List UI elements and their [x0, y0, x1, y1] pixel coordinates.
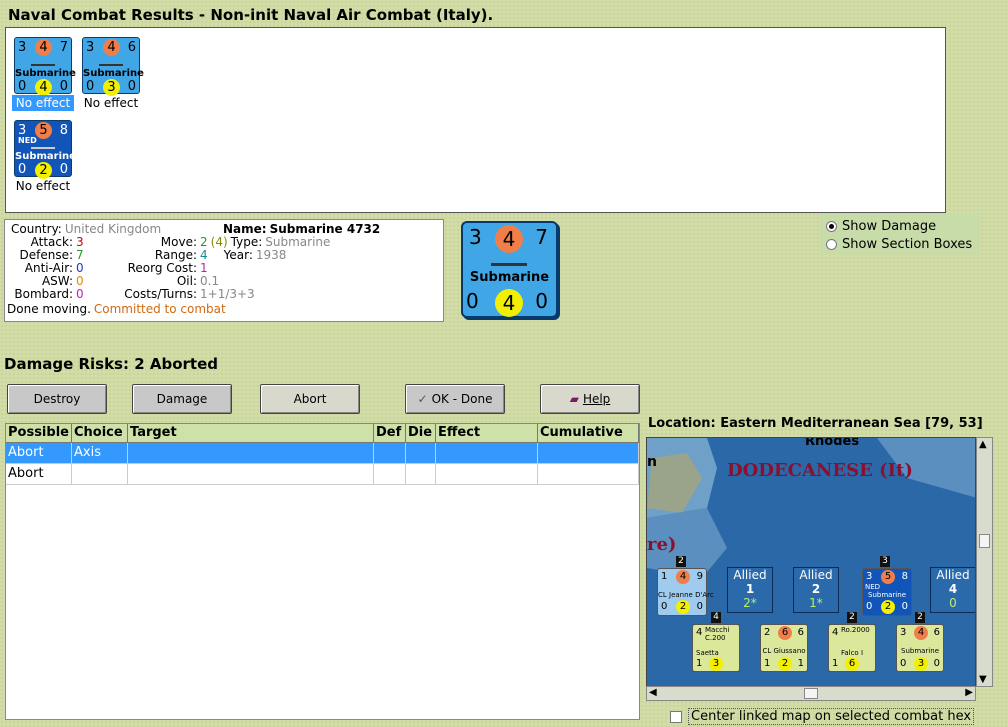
- linked-map[interactable]: Rhodes n DODECANESE (It) re) 2 1 4 9 CL …: [646, 437, 976, 687]
- map-counter[interactable]: 1 4 9 CL Jeanne D'Arc 0 2 0: [657, 568, 714, 616]
- map-counter[interactable]: 4 Ro.2000 Falco I 1 6: [828, 624, 876, 672]
- selected-unit-counter: 3 4 7 Submarine 0 4 0: [461, 221, 558, 318]
- map-vertical-scrollbar[interactable]: ▲ ▼: [976, 437, 993, 687]
- submarine-icon: [491, 263, 527, 266]
- show-damage-radio[interactable]: Show Damage: [820, 217, 980, 235]
- scroll-left-icon[interactable]: ◀: [649, 687, 657, 698]
- map-counter[interactable]: 3 4 6 Submarine 0 3 0: [896, 624, 944, 672]
- damage-button[interactable]: Damage: [132, 384, 232, 414]
- combat-results-panel: 3 4 7 Submarine 0 4 0 No effect 3 4 6 Su…: [5, 27, 946, 213]
- damage-risks: Damage Risks: 2 Aborted: [4, 355, 218, 373]
- display-options: Show Damage Show Section Boxes: [820, 214, 980, 254]
- map-counter[interactable]: 2 6 6 CL Giussano 1 2 1: [760, 624, 808, 672]
- result-effect: No effect: [15, 179, 71, 193]
- scroll-thumb[interactable]: [979, 534, 990, 548]
- center-map-checkbox[interactable]: Center linked map on selected combat hex: [670, 708, 975, 725]
- unit-info-panel: Country: United Kingdom Attack: 3 Defense:…: [4, 219, 444, 322]
- scroll-up-icon[interactable]: ▲: [979, 439, 987, 450]
- map-counter[interactable]: 3 5 8 NED Submarine 0 2 0: [862, 568, 912, 616]
- ship-icon: [99, 64, 123, 66]
- abort-button[interactable]: Abort: [260, 384, 360, 414]
- checkbox-icon[interactable]: [670, 710, 682, 723]
- result-effect: No effect: [12, 95, 74, 111]
- stack-count: 2: [676, 556, 686, 567]
- allied-stack[interactable]: Allied 2 1*: [793, 567, 839, 613]
- window-title: Naval Combat Results - Non-init Naval Ai…: [8, 6, 494, 24]
- scroll-down-icon[interactable]: ▼: [979, 674, 987, 685]
- result-counter[interactable]: 3 4 6 Submarine 0 3 0: [82, 37, 144, 96]
- scroll-right-icon[interactable]: ▶: [965, 687, 973, 698]
- rhodes-label: Rhodes: [805, 437, 860, 449]
- allied-stack[interactable]: Allied 4 0: [930, 567, 975, 613]
- result-effect: No effect: [83, 96, 139, 110]
- result-counter[interactable]: 3 5 8 NED Submarine 0 2 0: [14, 120, 76, 179]
- stack-count: 3: [880, 556, 890, 567]
- ok-done-button[interactable]: ✓ OK - Done: [405, 384, 505, 414]
- allied-stack[interactable]: Allied 1 2*: [727, 567, 773, 613]
- location-label: Location: Eastern Mediterranean Sea [79,…: [648, 416, 983, 431]
- result-counter[interactable]: 3 4 7 Submarine 0 4 0: [14, 37, 76, 96]
- map-label-n: n: [647, 454, 657, 470]
- dodecanese-label: DODECANESE (It): [727, 460, 913, 481]
- map-horizontal-scrollbar[interactable]: ◀ ▶: [646, 686, 976, 701]
- book-icon: ▰: [569, 392, 579, 406]
- stack-count: 2: [915, 612, 925, 623]
- table-row[interactable]: Abort: [6, 464, 639, 485]
- help-button[interactable]: ▰ Help: [540, 384, 640, 414]
- ship-icon: [31, 147, 55, 149]
- checkmark-icon: ✓: [417, 392, 428, 406]
- map-counter[interactable]: 4 Macchi C.200 Saetta 1 3: [692, 624, 740, 672]
- ship-icon: [31, 64, 55, 66]
- table-header: Possible Choice Target Def Die Effect Cu…: [6, 424, 639, 443]
- stack-count: 2: [847, 612, 857, 623]
- show-section-boxes-radio[interactable]: Show Section Boxes: [820, 235, 980, 253]
- destroy-button[interactable]: Destroy: [7, 384, 107, 414]
- scroll-thumb[interactable]: [804, 688, 818, 699]
- stack-count: 4: [711, 612, 721, 623]
- table-row[interactable]: Abort Axis: [6, 443, 639, 464]
- map-label-re: re): [647, 534, 677, 555]
- damage-table: Possible Choice Target Def Die Effect Cu…: [5, 423, 640, 720]
